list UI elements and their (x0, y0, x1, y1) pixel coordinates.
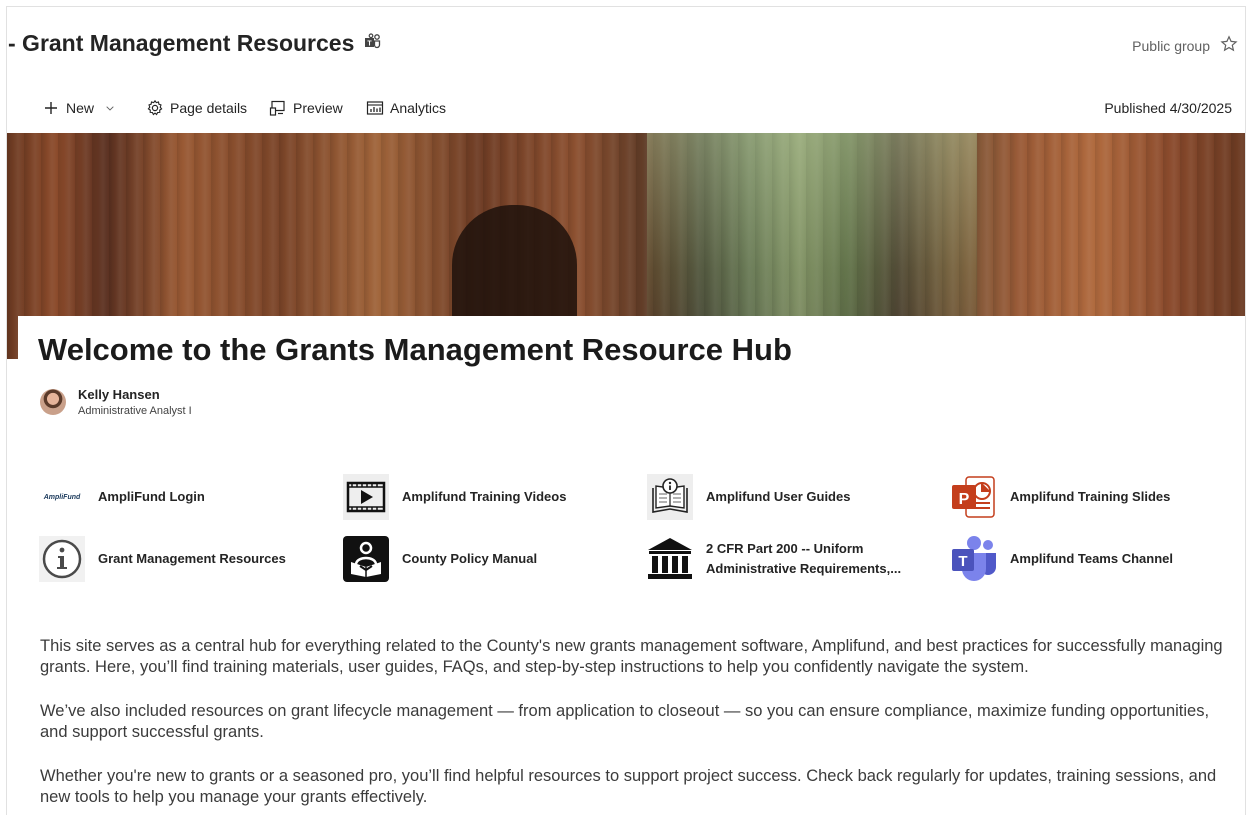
svg-text:T: T (367, 41, 372, 48)
analytics-label: Analytics (390, 100, 447, 116)
page-title: Welcome to the Grants Management Resourc… (38, 332, 792, 367)
teams-icon[interactable]: T (364, 33, 382, 51)
author-role: Administrative Analyst I (78, 405, 192, 417)
quick-link-teams-channel[interactable]: T Amplifund Teams Channel (950, 534, 1240, 584)
quick-link-training-slides[interactable]: P Amplifund Training Slides (950, 472, 1240, 522)
amplifund-logo-icon: AmpliFund (38, 473, 86, 521)
site-header: - Grant Management Resources T Public gr… (6, 22, 1246, 66)
lifecycle-paragraph: We’ve also included resources on grant l… (40, 702, 1210, 741)
reader-icon (342, 535, 390, 583)
follow-star-icon[interactable] (1220, 35, 1238, 53)
svg-text:T: T (958, 553, 967, 570)
closing-paragraph: Whether you're new to grants or a season… (40, 767, 1217, 806)
new-label: New (66, 100, 95, 116)
preview-icon (269, 100, 285, 116)
quick-link-county-policy-manual[interactable]: County Policy Manual (342, 534, 632, 584)
powerpoint-icon: P (950, 473, 998, 521)
page-details-label: Page details (170, 100, 248, 116)
analytics-button[interactable]: Analytics (366, 98, 446, 118)
svg-text:P: P (959, 491, 970, 508)
quick-link-training-videos[interactable]: Amplifund Training Videos (342, 472, 632, 522)
analytics-icon (366, 101, 384, 115)
avatar[interactable] (40, 389, 66, 415)
quick-link-user-guides[interactable]: Amplifund User Guides (646, 472, 936, 522)
info-icon (38, 535, 86, 583)
video-icon (342, 473, 390, 521)
preview-label: Preview (293, 100, 343, 116)
new-button[interactable]: New (42, 98, 116, 118)
teams-icon: T (950, 535, 998, 583)
quick-link-label: Amplifund Training Slides (1010, 489, 1171, 504)
book-info-icon (646, 473, 694, 521)
quick-links: AmpliFund AmpliFund Login Amplifund Trai… (38, 470, 1238, 590)
plus-icon (45, 102, 57, 114)
page-details-button[interactable]: Page details (146, 98, 247, 118)
quick-link-grant-management-resources[interactable]: Grant Management Resources (38, 534, 328, 584)
site-title[interactable]: - Grant Management Resources (8, 30, 354, 57)
amplifund-logo-text: AmpliFund (43, 493, 81, 501)
bank-icon (646, 535, 694, 583)
quick-link-label: AmpliFund Login (98, 489, 205, 504)
quick-link-label: Amplifund Training Videos (402, 489, 567, 504)
author-byline[interactable]: Kelly Hansen Administrative Analyst I (40, 385, 440, 425)
quick-link-label: Grant Management Resources (98, 551, 286, 566)
quick-link-label: Amplifund User Guides (706, 489, 851, 504)
quick-link-label: 2 CFR Part 200 -- Uniform Administrative… (706, 541, 902, 576)
quick-link-label: County Policy Manual (402, 551, 538, 566)
command-bar: New Page details Preview Analytics Publi… (6, 92, 1246, 124)
gear-icon (147, 99, 163, 116)
chevron-down-icon (106, 106, 114, 111)
preview-button[interactable]: Preview (269, 98, 343, 118)
group-privacy-label: Public group (1132, 38, 1210, 54)
quick-link-label: Amplifund Teams Channel (1010, 551, 1173, 566)
author-name[interactable]: Kelly Hansen (78, 387, 160, 402)
quick-link-2-cfr-part-200[interactable]: 2 CFR Part 200 -- Uniform Administrative… (646, 534, 936, 584)
published-date: Published 4/30/2025 (1104, 100, 1232, 116)
quick-link-amplifund-login[interactable]: AmpliFund AmpliFund Login (38, 472, 328, 522)
intro-paragraph: This site serves as a central hub for ev… (40, 637, 1223, 676)
